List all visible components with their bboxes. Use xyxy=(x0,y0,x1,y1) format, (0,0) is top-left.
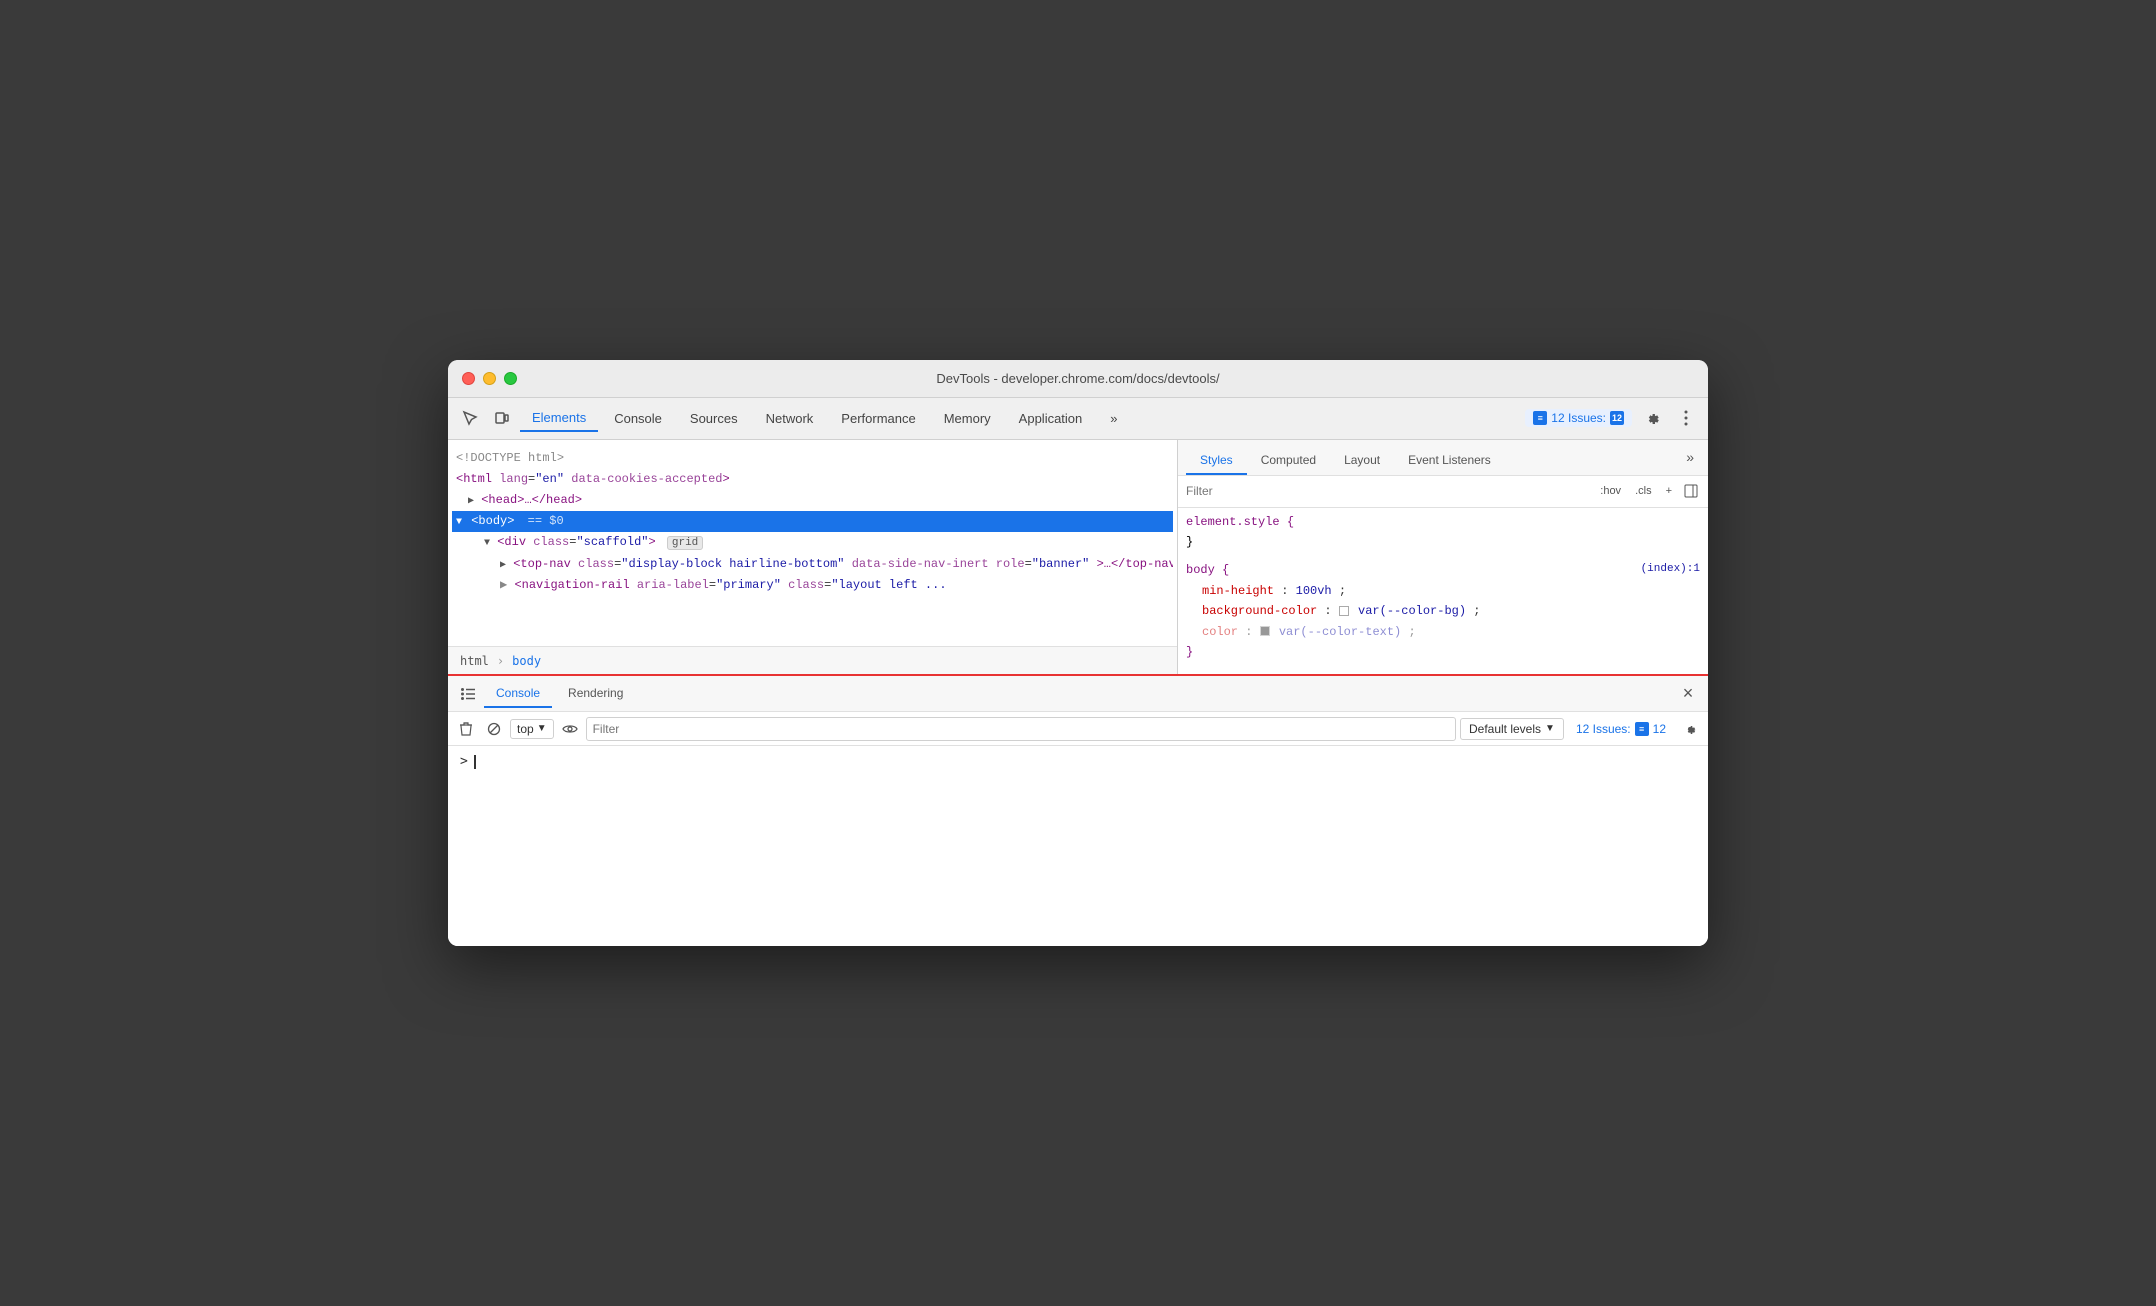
console-issues-count-icon: ≡ xyxy=(1635,722,1649,736)
tab-performance[interactable]: Performance xyxy=(829,404,927,432)
hov-button[interactable]: :hov xyxy=(1596,483,1625,499)
maximize-button[interactable] xyxy=(504,372,517,385)
styles-tabs: Styles Computed Layout Event Listeners » xyxy=(1178,440,1708,476)
console-arrow: > xyxy=(460,754,468,769)
device-toolbar-icon[interactable] xyxy=(488,404,516,432)
issues-count-label: 12 Issues: xyxy=(1551,411,1606,425)
tab-network[interactable]: Network xyxy=(754,404,826,432)
elements-panel: <!DOCTYPE html> <html lang="en" data-coo… xyxy=(448,440,1178,675)
tab-computed[interactable]: Computed xyxy=(1247,447,1330,475)
add-style-rule-button[interactable]: + xyxy=(1662,483,1676,499)
bg-color-swatch[interactable] xyxy=(1339,606,1349,616)
breadcrumb-bar: html › body xyxy=(448,646,1177,674)
live-expressions-button[interactable] xyxy=(558,717,582,741)
traffic-lights xyxy=(462,372,517,385)
element-style-close: } xyxy=(1186,532,1700,552)
minimize-button[interactable] xyxy=(483,372,496,385)
devtools-main: <!DOCTYPE html> <html lang="en" data-coo… xyxy=(448,440,1708,675)
drawer-menu-button[interactable] xyxy=(456,682,480,706)
styles-filter-bar: :hov .cls + xyxy=(1178,476,1708,508)
settings-button[interactable] xyxy=(1638,404,1666,432)
tab-elements[interactable]: Elements xyxy=(520,404,598,432)
console-drawer: Console Rendering × xyxy=(448,674,1708,946)
tab-memory[interactable]: Memory xyxy=(932,404,1003,432)
toggle-sidebar-button[interactable] xyxy=(1682,482,1700,500)
styles-panel: Styles Computed Layout Event Listeners »… xyxy=(1178,440,1708,675)
styles-content[interactable]: element.style { } (index):1 body { min-h… xyxy=(1178,508,1708,675)
styles-filter-input[interactable] xyxy=(1186,484,1588,498)
dom-body[interactable]: ▼ <body> == $0 xyxy=(452,511,1173,532)
default-levels-button[interactable]: Default levels ▼ xyxy=(1460,718,1564,740)
window-title: DevTools - developer.chrome.com/docs/dev… xyxy=(936,371,1219,386)
dom-div-scaffold[interactable]: ▼ <div class="scaffold"> grid xyxy=(452,532,1173,554)
console-prompt-line[interactable]: > xyxy=(460,754,1696,769)
style-prop-bg-color[interactable]: background-color : var(--color-bg) ; xyxy=(1186,601,1700,621)
style-source[interactable]: (index):1 xyxy=(1641,560,1700,579)
drawer-tab-rendering[interactable]: Rendering xyxy=(556,680,635,708)
more-options-button[interactable] xyxy=(1672,404,1700,432)
body-rule-close: } xyxy=(1186,642,1700,662)
tab-console[interactable]: Console xyxy=(602,404,674,432)
console-drawer-header: Console Rendering × xyxy=(448,676,1708,712)
clear-console-button[interactable] xyxy=(454,717,478,741)
console-content[interactable]: > xyxy=(448,746,1708,946)
devtools-toolbar: Elements Console Sources Network Perform… xyxy=(448,398,1708,440)
console-issues-count-label: 12 Issues: xyxy=(1576,722,1631,736)
console-issues-num: 12 xyxy=(1653,722,1666,736)
tab-event-listeners[interactable]: Event Listeners xyxy=(1394,447,1505,475)
tab-styles[interactable]: Styles xyxy=(1186,447,1247,475)
dom-head[interactable]: ▶ <head>…</head> xyxy=(452,490,1173,511)
console-filter-input[interactable] xyxy=(586,717,1456,741)
cls-button[interactable]: .cls xyxy=(1631,483,1656,499)
title-bar: DevTools - developer.chrome.com/docs/dev… xyxy=(448,360,1708,398)
execution-context-dropdown[interactable]: top ▼ xyxy=(510,719,554,739)
dom-doctype[interactable]: <!DOCTYPE html> xyxy=(452,448,1173,469)
tab-layout[interactable]: Layout xyxy=(1330,447,1394,475)
tab-more[interactable]: » xyxy=(1098,404,1129,432)
style-prop-min-height[interactable]: min-height : 100vh ; xyxy=(1186,581,1700,601)
console-settings-button[interactable] xyxy=(1678,717,1702,741)
console-toolbar: top ▼ Default levels ▼ 12 Issues: ≡ xyxy=(448,712,1708,746)
issues-icon: ≡ xyxy=(1533,411,1547,425)
toolbar-right: ≡ 12 Issues: 12 xyxy=(1525,404,1700,432)
issues-badge[interactable]: ≡ 12 Issues: 12 xyxy=(1525,409,1632,427)
dom-tree[interactable]: <!DOCTYPE html> <html lang="en" data-coo… xyxy=(448,440,1177,647)
drawer-tab-console[interactable]: Console xyxy=(484,680,552,708)
tab-sources[interactable]: Sources xyxy=(678,404,750,432)
dom-html[interactable]: <html lang="en" data-cookies-accepted> xyxy=(452,469,1173,490)
console-cursor xyxy=(474,755,476,769)
breadcrumb-html[interactable]: html xyxy=(456,652,493,670)
console-issues-badge[interactable]: 12 Issues: ≡ 12 xyxy=(1568,720,1674,738)
styles-tabs-more[interactable]: » xyxy=(1680,445,1700,469)
style-prop-color[interactable]: color : var(--color-text) ; xyxy=(1186,622,1700,642)
inspector-icon[interactable] xyxy=(456,404,484,432)
dom-nav-rail[interactable]: ▶ <navigation-rail aria-label="primary" … xyxy=(452,575,1173,596)
close-button[interactable] xyxy=(462,372,475,385)
styles-filter-actions: :hov .cls + xyxy=(1596,482,1700,500)
issues-count-badge: 12 xyxy=(1610,411,1624,425)
breadcrumb-body[interactable]: body xyxy=(508,652,545,670)
body-style-rule: (index):1 body { min-height : 100vh ; ba… xyxy=(1186,560,1700,662)
dom-top-nav[interactable]: ▶ <top-nav class="display-block hairline… xyxy=(452,554,1173,575)
devtools-window: DevTools - developer.chrome.com/docs/dev… xyxy=(448,360,1708,947)
color-swatch[interactable] xyxy=(1260,626,1270,636)
block-icon[interactable] xyxy=(482,717,506,741)
tab-application[interactable]: Application xyxy=(1007,404,1095,432)
element-style-rule: element.style { } xyxy=(1186,512,1700,553)
drawer-close-button[interactable]: × xyxy=(1676,682,1700,706)
